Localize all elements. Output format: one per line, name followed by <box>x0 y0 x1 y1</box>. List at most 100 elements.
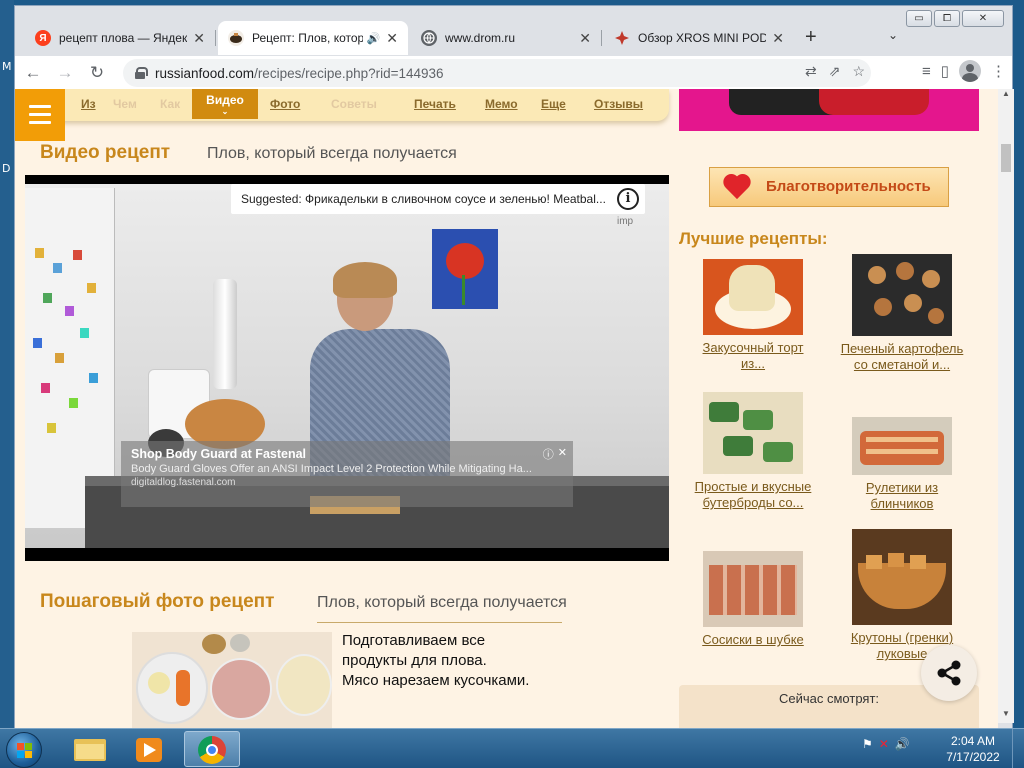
tab-close-icon[interactable]: ✕ <box>386 30 398 47</box>
tab-recipe[interactable]: Рецепт: Плов, который всегда получается … <box>218 21 408 55</box>
share-icon[interactable]: ⇗ <box>829 63 841 80</box>
tab-yandex[interactable]: Я рецепт плова — Яндекс ✕ <box>25 21 216 55</box>
menu-item-pechat[interactable]: Печать <box>414 97 456 111</box>
side-panel-icon[interactable]: ▯ <box>941 62 949 80</box>
media-player-icon[interactable] <box>122 731 178 767</box>
tab-close-icon[interactable]: ✕ <box>772 30 784 47</box>
ad-banner[interactable] <box>679 89 979 131</box>
hamburger-menu-button[interactable] <box>15 89 65 141</box>
back-button[interactable]: ← <box>19 59 47 87</box>
menu-item-foto[interactable]: Фото <box>270 97 300 111</box>
scroll-down-arrow[interactable]: ▼ <box>998 709 1014 723</box>
recipe-card[interactable]: Сосиски в шубке <box>678 551 828 648</box>
tab-close-icon[interactable]: ✕ <box>579 30 591 47</box>
profile-avatar[interactable] <box>959 60 981 82</box>
recipe-caption: Рулетики из блинчиков <box>865 480 939 511</box>
step-description: Подготавливаем все продукты для плова. М… <box>342 631 582 691</box>
tab-strip: ▭ ⧠ ✕ Я рецепт плова — Яндекс ✕ Рецепт: … <box>15 6 1012 56</box>
media-control-icon[interactable]: ≡ <box>922 63 931 80</box>
menu-item-sovety[interactable]: Советы <box>331 97 377 111</box>
suggested-video-banner[interactable]: Suggested: Фрикадельки в сливочном соусе… <box>231 184 645 214</box>
share-fab-button[interactable] <box>921 645 977 701</box>
window-controls: ▭ ⧠ ✕ <box>906 10 1004 27</box>
heart-icon <box>722 175 752 201</box>
pot-icon <box>228 30 244 46</box>
xros-icon <box>614 30 630 46</box>
tab-title: www.drom.ru <box>445 31 516 45</box>
action-center-icon[interactable]: ✕ <box>879 737 889 751</box>
clock[interactable]: 2:04 AM 7/17/2022 <box>940 733 1006 765</box>
clock-time: 2:04 AM <box>950 734 996 748</box>
reload-button[interactable]: ↻ <box>83 59 111 87</box>
recipe-card[interactable]: Закусочный торт из... <box>678 259 828 372</box>
imp-label: imp <box>617 216 634 227</box>
url-host: russianfood.com <box>155 65 255 81</box>
tab-separator <box>215 30 216 46</box>
tab-close-icon[interactable]: ✕ <box>193 30 205 47</box>
explorer-icon[interactable] <box>62 731 118 767</box>
minimize-button[interactable]: ▭ <box>906 10 932 27</box>
menu-item-iz[interactable]: Из <box>81 97 96 111</box>
chrome-menu-icon[interactable]: ⋮ <box>991 62 1006 80</box>
photo-subtitle: Плов, который всегда получается <box>317 594 567 611</box>
menu-item-memo[interactable]: Мемо <box>485 97 518 111</box>
video-player[interactable]: Suggested: Фрикадельки в сливочном соусе… <box>25 175 669 561</box>
new-tab-button[interactable]: + <box>805 26 817 49</box>
recipe-thumbnail[interactable] <box>703 259 803 335</box>
tab-title: рецепт плова — Яндекс <box>59 31 188 45</box>
audio-playing-icon[interactable]: 🔊 <box>367 32 381 45</box>
address-bar[interactable]: russianfood.com /recipes/recipe.php?rid=… <box>123 59 871 87</box>
globe-icon <box>421 30 437 46</box>
ad-close-icon[interactable]: ✕ <box>558 446 567 462</box>
chrome-icon[interactable] <box>184 731 240 767</box>
network-icon[interactable]: ⚑ <box>862 737 873 751</box>
ad-title[interactable]: Shop Body Guard at Fastenal <box>131 447 563 461</box>
maximize-button[interactable]: ⧠ <box>934 10 960 27</box>
recipe-thumbnail[interactable] <box>703 551 803 627</box>
step-line: продукты для плова. <box>342 652 487 669</box>
volume-icon[interactable]: 🔊 <box>895 737 910 751</box>
ad-info-icon[interactable]: ⓘ <box>543 446 554 462</box>
page-scrollbar[interactable]: ▲ ▼ <box>998 89 1014 723</box>
recipe-thumbnail[interactable] <box>852 417 952 475</box>
site-menu-bar: Из Чем Как Видео ⌄ Фото Советы Печать Ме… <box>15 89 669 121</box>
share-nodes-icon <box>937 660 961 686</box>
show-desktop-button[interactable] <box>1012 729 1024 768</box>
charity-button[interactable]: Благотворительность <box>709 167 949 207</box>
tab-drom[interactable]: www.drom.ru ✕ <box>411 21 602 55</box>
recipe-card[interactable]: Крутоны (гренки) луковые <box>827 529 977 662</box>
menu-item-otzyvy[interactable]: Отзывы <box>594 97 643 111</box>
recipe-card[interactable]: Простые и вкусные бутерброды со... <box>678 392 828 511</box>
desktop-glyph-d: D <box>2 162 11 175</box>
lock-icon[interactable] <box>135 67 148 79</box>
menu-item-video[interactable]: Видео ⌄ <box>192 89 258 119</box>
recipe-thumbnail[interactable] <box>852 529 952 625</box>
recipe-card[interactable]: Рулетики из блинчиков <box>827 417 977 512</box>
menu-item-chem[interactable]: Чем <box>113 97 137 111</box>
close-window-button[interactable]: ✕ <box>962 10 1004 27</box>
recipe-caption: Печеный картофель со сметаной и... <box>840 341 964 372</box>
recipe-caption: Закусочный торт из... <box>702 340 804 371</box>
video-ad-overlay[interactable]: Shop Body Guard at Fastenal Body Guard G… <box>121 441 573 507</box>
scroll-up-arrow[interactable]: ▲ <box>998 89 1014 103</box>
video-subtitle: Плов, который всегда получается <box>207 145 457 162</box>
bookmark-star-icon[interactable]: ☆ <box>852 63 865 80</box>
step-photo[interactable] <box>132 632 332 728</box>
forward-button[interactable]: → <box>51 59 79 87</box>
step-line: Подготавливаем все <box>342 632 486 649</box>
recipe-thumbnail[interactable] <box>703 392 803 474</box>
photo-heading: Пошаговый фото рецепт <box>40 591 275 612</box>
start-button[interactable] <box>6 732 42 768</box>
tab-xros[interactable]: Обзор XROS MINI POD ✕ <box>604 21 794 55</box>
translate-icon[interactable]: ⇄ <box>805 63 817 80</box>
url-path: /recipes/recipe.php?rid=144936 <box>254 65 444 81</box>
menu-item-eshe[interactable]: Еще <box>541 97 566 111</box>
windows-logo-icon <box>17 743 33 759</box>
info-icon[interactable]: i <box>617 188 639 210</box>
recipe-card[interactable]: Печеный картофель со сметаной и... <box>827 254 977 373</box>
recipe-thumbnail[interactable] <box>852 254 952 336</box>
tab-title: Рецепт: Плов, который всегда получается <box>252 31 363 45</box>
menu-item-kak[interactable]: Как <box>160 97 180 111</box>
tab-search-button[interactable]: ⌄ <box>888 28 898 42</box>
scroll-thumb[interactable] <box>1001 144 1011 172</box>
